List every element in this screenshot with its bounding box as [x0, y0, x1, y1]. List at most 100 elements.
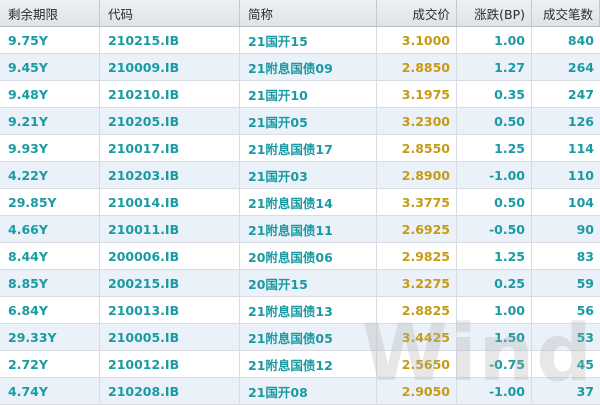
- cell-trade-price: 3.3775: [377, 189, 457, 215]
- cell-change-bp: 1.27: [457, 54, 532, 80]
- cell-trade-price: 2.9050: [377, 378, 457, 404]
- cell-change-bp: -1.00: [457, 378, 532, 404]
- table-row[interactable]: 29.85Y 210014.IB 21附息国债14 3.3775 0.50 10…: [0, 189, 600, 216]
- cell-short-name: 21附息国债17: [240, 135, 377, 161]
- cell-trade-count: 264: [567, 59, 594, 75]
- table-row[interactable]: 9.48Y 210210.IB 21国开10 3.1975 0.35 247: [0, 81, 600, 108]
- cell-remaining-term: 9.48Y: [0, 81, 100, 107]
- cell-code: 210215.IB: [100, 27, 240, 53]
- cell-trade-count: 56: [576, 302, 594, 318]
- cell-trade-count: 247: [567, 86, 594, 102]
- table-row[interactable]: 6.84Y 210013.IB 21附息国债13 2.8825 1.00 56: [0, 297, 600, 324]
- table-row[interactable]: 9.93Y 210017.IB 21附息国债17 2.8550 1.25 114: [0, 135, 600, 162]
- cell-remaining-term: 4.22Y: [0, 162, 100, 188]
- cell-code: 210205.IB: [100, 108, 240, 134]
- cell-trade-price: 2.8850: [377, 54, 457, 80]
- header-trade-price[interactable]: 成交价: [377, 0, 457, 26]
- table-row[interactable]: 8.44Y 200006.IB 20附息国债06 2.9825 1.25 83: [0, 243, 600, 270]
- cell-trade-price: 3.1975: [377, 81, 457, 107]
- header-remaining-term[interactable]: 剩余期限: [0, 0, 100, 26]
- table-row[interactable]: 29.33Y 210005.IB 21附息国债05 3.4425 1.50 53: [0, 324, 600, 351]
- cell-trade-count: 37: [576, 383, 594, 399]
- table-row[interactable]: 4.66Y 210011.IB 21附息国债11 2.6925 -0.50 90: [0, 216, 600, 243]
- cell-short-name: 21国开03: [240, 162, 377, 188]
- cell-short-name: 21附息国债14: [240, 189, 377, 215]
- cell-short-name: 21附息国债12: [240, 351, 377, 377]
- cell-trade-count: 114: [567, 140, 594, 156]
- cell-change-bp: -0.50: [457, 216, 532, 242]
- cell-remaining-term: 9.45Y: [0, 54, 100, 80]
- cell-trade-count: 840: [567, 32, 594, 48]
- cell-short-name: 21附息国债05: [240, 324, 377, 350]
- cell-trade-count: 59: [576, 275, 594, 291]
- header-change-bp[interactable]: 涨跌(BP): [457, 0, 532, 26]
- bond-trade-table: 剩余期限 代码 简称 成交价 涨跌(BP) 成交笔数 9.75Y 210215.…: [0, 0, 600, 405]
- table-row[interactable]: 9.21Y 210205.IB 21国开05 3.2300 0.50 126: [0, 108, 600, 135]
- cell-change-bp: -0.75: [457, 351, 532, 377]
- cell-short-name: 21国开15: [240, 27, 377, 53]
- header-trade-count[interactable]: 成交笔数: [532, 0, 600, 26]
- cell-remaining-term: 6.84Y: [0, 297, 100, 323]
- table-row[interactable]: 4.74Y 210208.IB 21国开08 2.9050 -1.00 37: [0, 378, 600, 405]
- cell-remaining-term: 2.72Y: [0, 351, 100, 377]
- cell-remaining-term: 29.85Y: [0, 189, 100, 215]
- cell-change-bp: 0.50: [457, 189, 532, 215]
- table-header: 剩余期限 代码 简称 成交价 涨跌(BP) 成交笔数: [0, 0, 600, 27]
- cell-code: 210009.IB: [100, 54, 240, 80]
- cell-code: 210011.IB: [100, 216, 240, 242]
- cell-trade-count: 83: [576, 248, 594, 264]
- header-short-name[interactable]: 简称: [240, 0, 377, 26]
- cell-trade-price: 3.2300: [377, 108, 457, 134]
- cell-remaining-term: 9.21Y: [0, 108, 100, 134]
- cell-code: 210208.IB: [100, 378, 240, 404]
- cell-code: 210203.IB: [100, 162, 240, 188]
- cell-code: 210017.IB: [100, 135, 240, 161]
- cell-code: 210014.IB: [100, 189, 240, 215]
- cell-trade-price: 3.1000: [377, 27, 457, 53]
- cell-short-name: 20国开15: [240, 270, 377, 296]
- cell-trade-count: 45: [576, 356, 594, 372]
- table-row[interactable]: 2.72Y 210012.IB 21附息国债12 2.5650 -0.75 45: [0, 351, 600, 378]
- cell-short-name: 21国开05: [240, 108, 377, 134]
- cell-change-bp: 1.00: [457, 297, 532, 323]
- cell-remaining-term: 4.66Y: [0, 216, 100, 242]
- cell-trade-count: 53: [576, 329, 594, 345]
- cell-change-bp: 0.25: [457, 270, 532, 296]
- table-row[interactable]: 9.75Y 210215.IB 21国开15 3.1000 1.00 840: [0, 27, 600, 54]
- cell-remaining-term: 9.75Y: [0, 27, 100, 53]
- cell-trade-price: 3.4425: [377, 324, 457, 350]
- header-code[interactable]: 代码: [100, 0, 240, 26]
- cell-trade-price: 2.8550: [377, 135, 457, 161]
- cell-change-bp: 1.50: [457, 324, 532, 350]
- table-row[interactable]: 9.45Y 210009.IB 21附息国债09 2.8850 1.27 264: [0, 54, 600, 81]
- cell-short-name: 20附息国债06: [240, 243, 377, 269]
- cell-code: 200215.IB: [100, 270, 240, 296]
- cell-change-bp: 0.35: [457, 81, 532, 107]
- cell-remaining-term: 9.93Y: [0, 135, 100, 161]
- cell-trade-count: 126: [567, 113, 594, 129]
- cell-short-name: 21国开10: [240, 81, 377, 107]
- cell-code: 210005.IB: [100, 324, 240, 350]
- cell-code: 210013.IB: [100, 297, 240, 323]
- cell-trade-price: 2.8825: [377, 297, 457, 323]
- table-row[interactable]: 4.22Y 210203.IB 21国开03 2.8900 -1.00 110: [0, 162, 600, 189]
- cell-short-name: 21附息国债09: [240, 54, 377, 80]
- cell-trade-price: 2.8900: [377, 162, 457, 188]
- cell-change-bp: -1.00: [457, 162, 532, 188]
- cell-code: 210012.IB: [100, 351, 240, 377]
- cell-trade-price: 2.6925: [377, 216, 457, 242]
- cell-trade-count: 110: [567, 167, 594, 183]
- cell-change-bp: 1.00: [457, 27, 532, 53]
- cell-short-name: 21国开08: [240, 378, 377, 404]
- table-row[interactable]: 8.85Y 200215.IB 20国开15 3.2275 0.25 59: [0, 270, 600, 297]
- cell-trade-count: 104: [567, 194, 594, 210]
- cell-change-bp: 1.25: [457, 243, 532, 269]
- cell-short-name: 21附息国债13: [240, 297, 377, 323]
- cell-remaining-term: 29.33Y: [0, 324, 100, 350]
- cell-remaining-term: 4.74Y: [0, 378, 100, 404]
- cell-remaining-term: 8.85Y: [0, 270, 100, 296]
- cell-trade-price: 2.5650: [377, 351, 457, 377]
- cell-code: 200006.IB: [100, 243, 240, 269]
- cell-code: 210210.IB: [100, 81, 240, 107]
- cell-remaining-term: 8.44Y: [0, 243, 100, 269]
